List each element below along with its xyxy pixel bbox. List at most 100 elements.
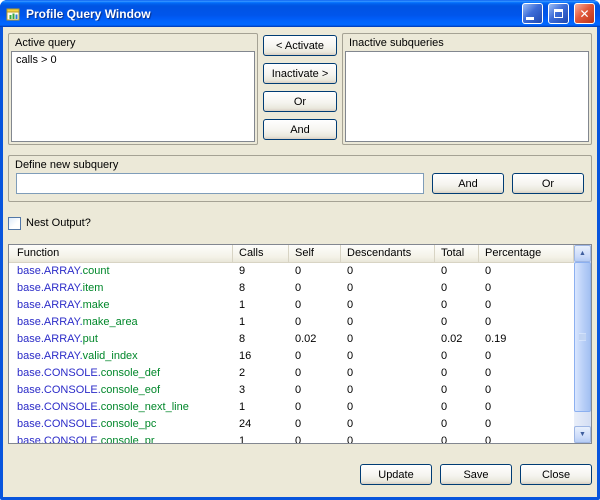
active-query-list[interactable]: calls > 0 xyxy=(11,51,255,142)
table-row[interactable]: base.ARRAY.valid_index160000 xyxy=(9,348,574,365)
update-button[interactable]: Update xyxy=(360,464,432,485)
value-cell: 0 xyxy=(435,365,479,382)
define-subquery-label: Define new subquery xyxy=(9,156,591,173)
nest-output-label: Nest Output? xyxy=(26,217,91,229)
function-class-prefix: base.CONSOLE. xyxy=(17,401,101,413)
table-row[interactable]: base.ARRAY.item80000 xyxy=(9,280,574,297)
value-cell: 0 xyxy=(341,297,435,314)
function-class-prefix: base.ARRAY. xyxy=(17,282,83,294)
table-row[interactable]: base.CONSOLE.console_pr10000 xyxy=(9,433,574,443)
inactive-subqueries-list[interactable] xyxy=(345,51,589,142)
value-cell: 0 xyxy=(289,297,341,314)
table-row[interactable]: base.CONSOLE.console_pc240000 xyxy=(9,416,574,433)
value-cell: 0 xyxy=(479,263,574,280)
column-header-function[interactable]: Function xyxy=(9,245,233,262)
function-cell: base.ARRAY.count xyxy=(9,263,233,280)
active-query-item[interactable]: calls > 0 xyxy=(12,52,254,68)
column-header-percentage[interactable]: Percentage xyxy=(479,245,574,262)
window-title: Profile Query Window xyxy=(26,7,517,21)
value-cell: 0 xyxy=(435,297,479,314)
value-cell: 0.02 xyxy=(435,331,479,348)
function-feature-name: console_next_line xyxy=(101,401,189,413)
close-button[interactable]: ✕ xyxy=(574,3,595,24)
scroll-up-button[interactable]: ▲ xyxy=(574,245,591,262)
function-cell: base.CONSOLE.console_def xyxy=(9,365,233,382)
and-button[interactable]: And xyxy=(263,119,337,140)
active-query-label: Active query xyxy=(9,34,257,51)
value-cell: 0 xyxy=(479,365,574,382)
value-cell: 0.02 xyxy=(289,331,341,348)
table-row[interactable]: base.ARRAY.put80.0200.020.19 xyxy=(9,331,574,348)
table-row[interactable]: base.ARRAY.count90000 xyxy=(9,263,574,280)
scrollbar-thumb[interactable] xyxy=(574,262,591,412)
active-query-frame: Active query calls > 0 xyxy=(8,33,258,145)
subquery-and-button[interactable]: And xyxy=(432,173,504,194)
value-cell: 8 xyxy=(233,331,289,348)
value-cell: 0 xyxy=(479,399,574,416)
function-cell: base.CONSOLE.console_next_line xyxy=(9,399,233,416)
column-header-total[interactable]: Total xyxy=(435,245,479,262)
table-row[interactable]: base.ARRAY.make_area10000 xyxy=(9,314,574,331)
value-cell: 0 xyxy=(479,280,574,297)
nest-output-checkbox[interactable] xyxy=(8,217,21,230)
value-cell: 0 xyxy=(435,348,479,365)
value-cell: 9 xyxy=(233,263,289,280)
inactive-subqueries-frame: Inactive subqueries xyxy=(342,33,592,145)
table-row[interactable]: base.CONSOLE.console_eof30000 xyxy=(9,382,574,399)
value-cell: 1 xyxy=(233,297,289,314)
activate-button[interactable]: < Activate xyxy=(263,35,337,56)
maximize-button[interactable] xyxy=(548,3,569,24)
table-row[interactable]: base.ARRAY.make10000 xyxy=(9,297,574,314)
value-cell: 3 xyxy=(233,382,289,399)
function-class-prefix: base.CONSOLE. xyxy=(17,418,101,430)
dialog-body: Active query calls > 0 < Activate Inacti… xyxy=(3,27,597,497)
value-cell: 24 xyxy=(233,416,289,433)
close-dialog-button[interactable]: Close xyxy=(520,464,592,485)
table-header-row: FunctionCallsSelfDescendantsTotalPercent… xyxy=(9,245,574,263)
query-panels-row: Active query calls > 0 < Activate Inacti… xyxy=(8,33,592,145)
or-button[interactable]: Or xyxy=(263,91,337,112)
function-feature-name: console_eof xyxy=(101,384,160,396)
value-cell: 0 xyxy=(289,433,341,443)
save-button[interactable]: Save xyxy=(440,464,512,485)
column-header-calls[interactable]: Calls xyxy=(233,245,289,262)
function-feature-name: make_area xyxy=(83,316,138,328)
value-cell: 0 xyxy=(435,314,479,331)
column-header-descendants[interactable]: Descendants xyxy=(341,245,435,262)
value-cell: 0 xyxy=(479,314,574,331)
minimize-button[interactable] xyxy=(522,3,543,24)
function-feature-name: count xyxy=(83,265,110,277)
function-cell: base.ARRAY.valid_index xyxy=(9,348,233,365)
column-header-self[interactable]: Self xyxy=(289,245,341,262)
titlebar[interactable]: Profile Query Window ✕ xyxy=(0,0,600,27)
function-cell: base.CONSOLE.console_pr xyxy=(9,433,233,443)
value-cell: 0 xyxy=(289,399,341,416)
table-scrollbar[interactable]: ▲ ▼ xyxy=(574,245,591,443)
value-cell: 0 xyxy=(341,280,435,297)
subquery-input[interactable] xyxy=(16,173,424,194)
inactivate-button[interactable]: Inactivate > xyxy=(263,63,337,84)
value-cell: 0 xyxy=(289,365,341,382)
table-row[interactable]: base.CONSOLE.console_def20000 xyxy=(9,365,574,382)
table-row[interactable]: base.CONSOLE.console_next_line10000 xyxy=(9,399,574,416)
value-cell: 8 xyxy=(233,280,289,297)
value-cell: 0 xyxy=(479,297,574,314)
function-cell: base.ARRAY.make xyxy=(9,297,233,314)
dialog-buttons-row: Update Save Close xyxy=(8,464,592,485)
close-icon: ✕ xyxy=(579,8,589,20)
app-icon[interactable] xyxy=(6,6,22,22)
scroll-down-button[interactable]: ▼ xyxy=(574,426,591,443)
subquery-or-button[interactable]: Or xyxy=(512,173,584,194)
value-cell: 0 xyxy=(289,263,341,280)
profile-query-window: Profile Query Window ✕ Active query call… xyxy=(0,0,600,500)
function-feature-name: console_pr xyxy=(101,435,155,443)
function-class-prefix: base.ARRAY. xyxy=(17,265,83,277)
value-cell: 0 xyxy=(289,280,341,297)
function-table: FunctionCallsSelfDescendantsTotalPercent… xyxy=(8,244,592,444)
value-cell: 0 xyxy=(479,382,574,399)
table-body: base.ARRAY.count90000base.ARRAY.item8000… xyxy=(9,263,574,443)
function-feature-name: valid_index xyxy=(83,350,138,362)
function-feature-name: make xyxy=(83,299,110,311)
scrollbar-track[interactable] xyxy=(574,262,591,426)
value-cell: 0 xyxy=(341,331,435,348)
